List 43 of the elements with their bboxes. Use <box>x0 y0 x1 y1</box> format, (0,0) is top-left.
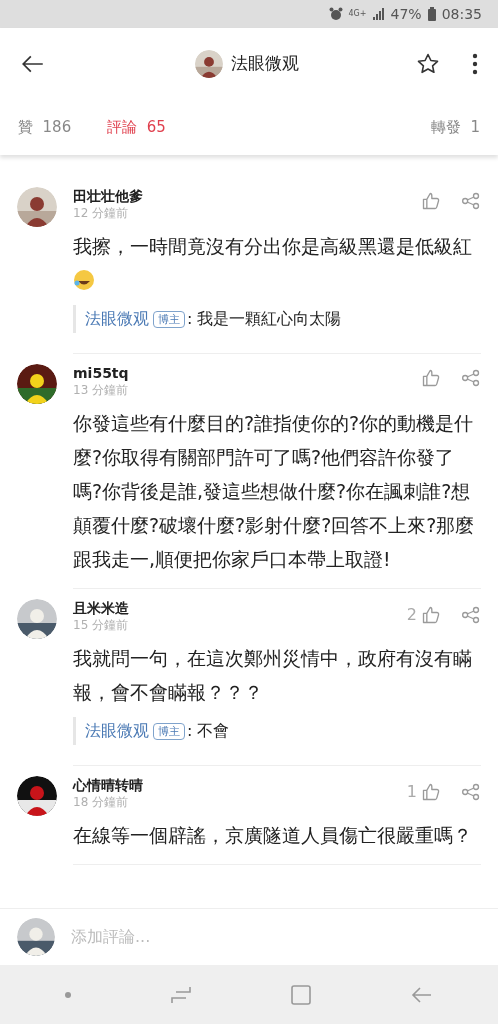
stats-tab[interactable]: 評論 65 <box>107 116 166 139</box>
clock-time: 08:35 <box>441 4 482 24</box>
username[interactable]: 田壮壮他爹 <box>73 187 421 205</box>
comment-text: 你發這些有什麼目的?誰指使你的?你的動機是什麼?你取得有關部門許可了嗎?他們容許你發了嗎?你背後是誰,發這些想做什麼?你在諷刺誰?想顛覆什麼?破壞什麼?影射什麼?回答不上來?那麼跟我走一,順便把你家戶口本帶上取證! <box>73 411 476 572</box>
battery-percent: 47% <box>390 4 422 24</box>
stats-tab[interactable]: 轉發 1 <box>430 116 480 139</box>
page-title: 法眼微观 <box>231 52 299 76</box>
share-icon[interactable] <box>461 191 481 211</box>
more-options-icon[interactable] <box>472 53 478 75</box>
share-icon[interactable] <box>461 605 481 625</box>
battery-icon <box>427 7 436 21</box>
timestamp: 13 分鐘前 <box>73 382 130 398</box>
username[interactable]: 心情晴转晴 <box>73 776 407 794</box>
share-icon[interactable] <box>461 368 481 388</box>
dot-icon[interactable] <box>65 991 72 998</box>
home-icon[interactable] <box>290 983 313 1006</box>
username[interactable]: 且米米造 <box>73 599 407 617</box>
author-badge: 博主 <box>153 722 185 740</box>
thumbs-up-icon[interactable] <box>421 368 441 388</box>
thumbs-up-icon[interactable] <box>421 782 441 802</box>
thumbs-up-icon[interactable] <box>421 605 441 625</box>
thumbs-up-icon[interactable] <box>421 191 441 211</box>
comment-input[interactable]: 添加評論... <box>71 925 481 949</box>
star-icon[interactable] <box>416 52 440 76</box>
timestamp: 15 分鐘前 <box>73 617 130 633</box>
author-badge: 博主 <box>153 310 185 328</box>
like-count: 1 <box>406 781 417 803</box>
timestamp: 12 分鐘前 <box>73 205 130 221</box>
stats-tab[interactable]: 贊 186 <box>18 116 72 139</box>
comment-text: 我就問一句，在這次鄭州災情中，政府有沒有瞞報，會不會瞞報？？？ <box>73 646 473 705</box>
reply-text: : 不會 <box>187 720 230 742</box>
username[interactable]: mi55tq <box>73 364 421 382</box>
signal-icon <box>372 8 385 20</box>
reply-text: : 我是一顆紅心向太陽 <box>187 308 342 330</box>
reply-author[interactable]: 法眼微观 <box>85 305 149 333</box>
comment-text: 在線等一個辟謠，京廣隧道人員傷亡很嚴重嗎？ <box>73 823 473 848</box>
alarm-icon <box>328 7 343 21</box>
comment-text: 我擦，一時間竟沒有分出你是高級黑還是低級紅 <box>73 229 481 297</box>
timestamp: 18 分鐘前 <box>73 794 130 810</box>
network-label: 4G+ <box>348 8 367 20</box>
like-count: 2 <box>406 604 417 626</box>
share-icon[interactable] <box>461 782 481 802</box>
reply-author[interactable]: 法眼微观 <box>85 717 149 745</box>
